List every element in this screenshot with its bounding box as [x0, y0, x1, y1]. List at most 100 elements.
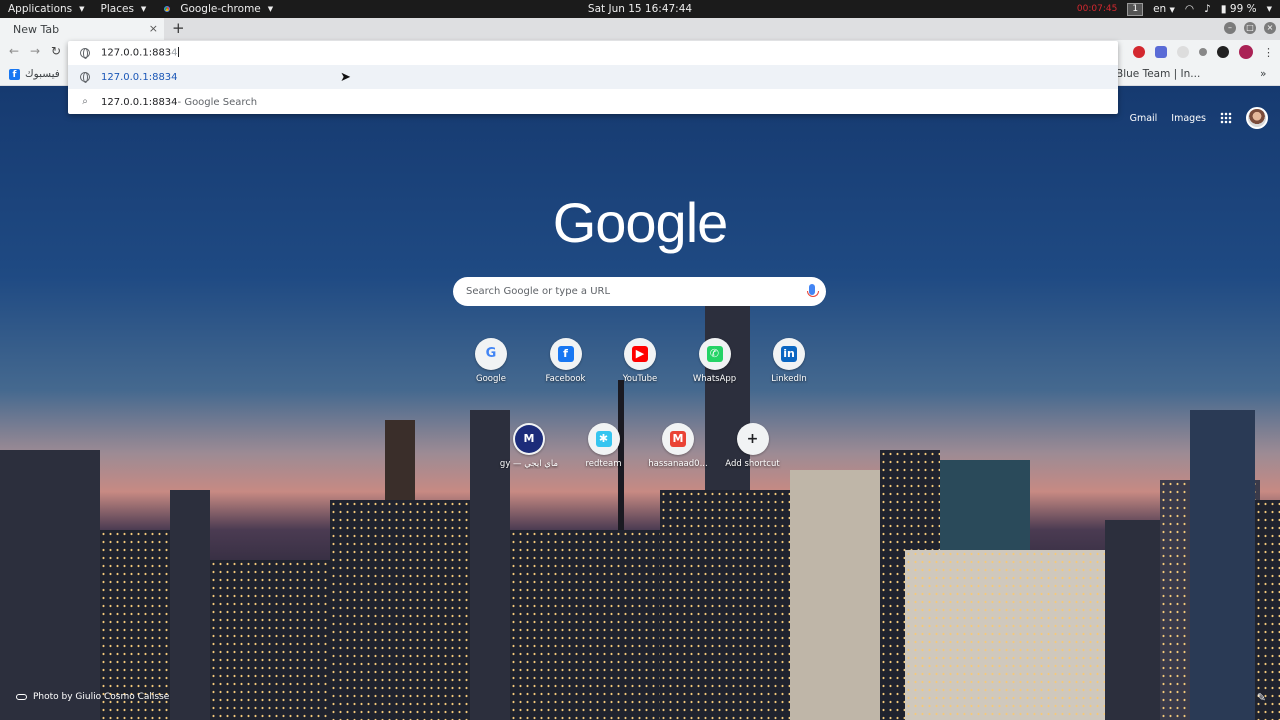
gmail-link[interactable]: Gmail [1130, 113, 1158, 124]
facebook-icon: f [9, 68, 20, 80]
shortcut-tile[interactable]: ▶ YouTube [600, 338, 680, 384]
background-skyline [1190, 410, 1255, 720]
shortcut-tile[interactable]: Mhassanaad0... [638, 423, 718, 469]
adblock-extension-icon[interactable] [1133, 46, 1145, 58]
places-label: Places [100, 3, 134, 15]
shortcut-icon-circle: M [513, 423, 545, 455]
background-skyline [1105, 520, 1160, 720]
minimize-button[interactable]: – [1224, 22, 1236, 34]
language-label: en [1153, 3, 1167, 15]
photo-credit[interactable]: Photo by Giulio Cosmo Calisse [16, 692, 169, 702]
background-skyline [0, 450, 100, 720]
account-avatar[interactable] [1246, 107, 1268, 129]
volume-icon[interactable]: ♪ [1204, 3, 1211, 15]
battery-label: 99 % [1229, 3, 1257, 15]
app-menu[interactable]: Google-chrome ▼ [154, 0, 281, 18]
chevron-down-icon[interactable]: ▼ [1267, 5, 1272, 13]
bookmark-facebook[interactable]: f فيسبوك [9, 68, 60, 80]
extensions-area: ⋮ [1133, 45, 1274, 59]
wifi-icon[interactable]: ◠ [1185, 3, 1194, 15]
suggestion-url: 127.0.0.1:8834 [101, 71, 178, 83]
shortcut-label: YouTube [622, 374, 658, 384]
battery-indicator[interactable]: ▮ 99 % [1221, 3, 1257, 15]
shortcut-tile[interactable]: f Facebook [526, 338, 606, 384]
omnibox-suggestion[interactable]: ⌕ 127.0.0.1:8834 - Google Search [68, 90, 1118, 114]
bookmark-label: Blue Team | In... [1116, 68, 1201, 80]
shortcut-icon-circle: in [773, 338, 805, 370]
shortcut-label: Facebook [545, 374, 586, 384]
shortcut-tile[interactable]: Mgy — ماي ايجي [489, 423, 569, 469]
address-input[interactable]: 127.0.0.1:8834 [101, 47, 179, 59]
apps-grid-icon[interactable] [1220, 112, 1232, 124]
new-tab-page: Gmail Images Google Search Google or typ… [0, 86, 1280, 720]
chevron-down-icon: ▼ [1169, 6, 1175, 14]
site-favicon-icon: G [485, 346, 497, 361]
address-bar[interactable]: 127.0.0.1:8834 [68, 41, 1118, 65]
shortcut-tile[interactable]: in LinkedIn [749, 338, 829, 384]
shortcut-tile[interactable]: ✱ redteam [564, 423, 644, 469]
shortcut-icon-circle: ✆ [698, 338, 731, 370]
shortcut-tile[interactable]: ✆ WhatsApp [675, 338, 755, 384]
chrome-icon [162, 4, 173, 14]
extension-icon[interactable] [1155, 46, 1167, 58]
window-close-button[interactable]: × [1264, 22, 1276, 34]
chevron-down-icon: ▼ [267, 5, 274, 13]
customize-pencil-icon[interactable]: ✎ [1257, 691, 1266, 704]
shortcut-icon-circle: + [736, 423, 769, 455]
background-skyline [510, 530, 660, 720]
shortcut-label: LinkedIn [771, 374, 807, 384]
forward-arrow-icon[interactable]: → [30, 44, 40, 58]
microphone-icon[interactable] [807, 284, 819, 297]
back-arrow-icon[interactable]: ← [9, 44, 19, 58]
background-skyline [660, 490, 790, 720]
site-favicon-icon: M [515, 425, 543, 453]
omnibox-suggestion[interactable]: 127.0.0.1:8834 [68, 65, 1118, 89]
shortcut-icon-circle: G [475, 338, 507, 370]
background-skyline [210, 560, 330, 720]
applications-menu[interactable]: Applications ▼ [0, 0, 93, 18]
ntp-search-box[interactable]: Search Google or type a URL [453, 277, 826, 306]
background-skyline [905, 550, 1105, 720]
extension-icon[interactable] [1199, 48, 1207, 56]
chevron-down-icon: ▼ [79, 5, 85, 13]
ntp-header-links: Gmail Images [1130, 107, 1268, 129]
google-logo: Google [552, 191, 729, 254]
shortcut-label: Add shortcut [725, 459, 780, 469]
workspace-indicator[interactable]: 1 [1127, 2, 1144, 16]
clock[interactable]: Sat Jun 15 16:47:44 [588, 3, 692, 15]
background-skyline [170, 490, 210, 720]
tab-new-tab[interactable]: New Tab × [0, 18, 164, 40]
images-link[interactable]: Images [1171, 113, 1206, 124]
shortcut-label: Google [476, 374, 506, 384]
bookmark-blue-team[interactable]: Blue Team | In... [1116, 68, 1200, 80]
language-menu[interactable]: en ▼ [1153, 3, 1175, 15]
shortcut-label: redteam [585, 459, 622, 469]
shortcut-label: hassanaad0... [648, 459, 708, 469]
bookmark-label: فيسبوك [25, 68, 60, 80]
shortcut-tile[interactable]: G Google [451, 338, 531, 384]
suggestion-suffix: - Google Search [177, 96, 258, 108]
close-icon[interactable]: × [149, 22, 158, 35]
shortcut-tile[interactable]: + Add shortcut [713, 423, 793, 469]
add-icon: + [746, 431, 759, 447]
bookmarks-overflow-icon[interactable]: » [1260, 68, 1266, 80]
extension-icon[interactable] [1217, 46, 1229, 58]
mouse-cursor: ➤ [340, 70, 351, 85]
suggestion-query: 127.0.0.1:8834 [101, 96, 178, 108]
background-skyline [1255, 500, 1280, 720]
profile-avatar[interactable] [1239, 45, 1253, 59]
tab-title: New Tab [13, 22, 60, 36]
search-placeholder: Search Google or type a URL [466, 286, 611, 297]
tab-strip: New Tab × + – □ × [0, 18, 1280, 40]
text-caret [177, 47, 179, 58]
site-favicon-icon: M [670, 431, 686, 447]
maximize-button[interactable]: □ [1244, 22, 1256, 34]
places-menu[interactable]: Places ▼ [93, 0, 155, 18]
reload-icon[interactable]: ↻ [51, 44, 61, 58]
recording-timer: 00:07:45 [1076, 4, 1118, 14]
more-vert-icon[interactable]: ⋮ [1263, 46, 1274, 59]
shortcut-icon-circle: ▶ [624, 338, 656, 370]
shortcut-label: gy — ماي ايجي [499, 459, 559, 469]
extension-icon[interactable] [1177, 46, 1189, 58]
new-tab-button[interactable]: + [172, 19, 185, 37]
